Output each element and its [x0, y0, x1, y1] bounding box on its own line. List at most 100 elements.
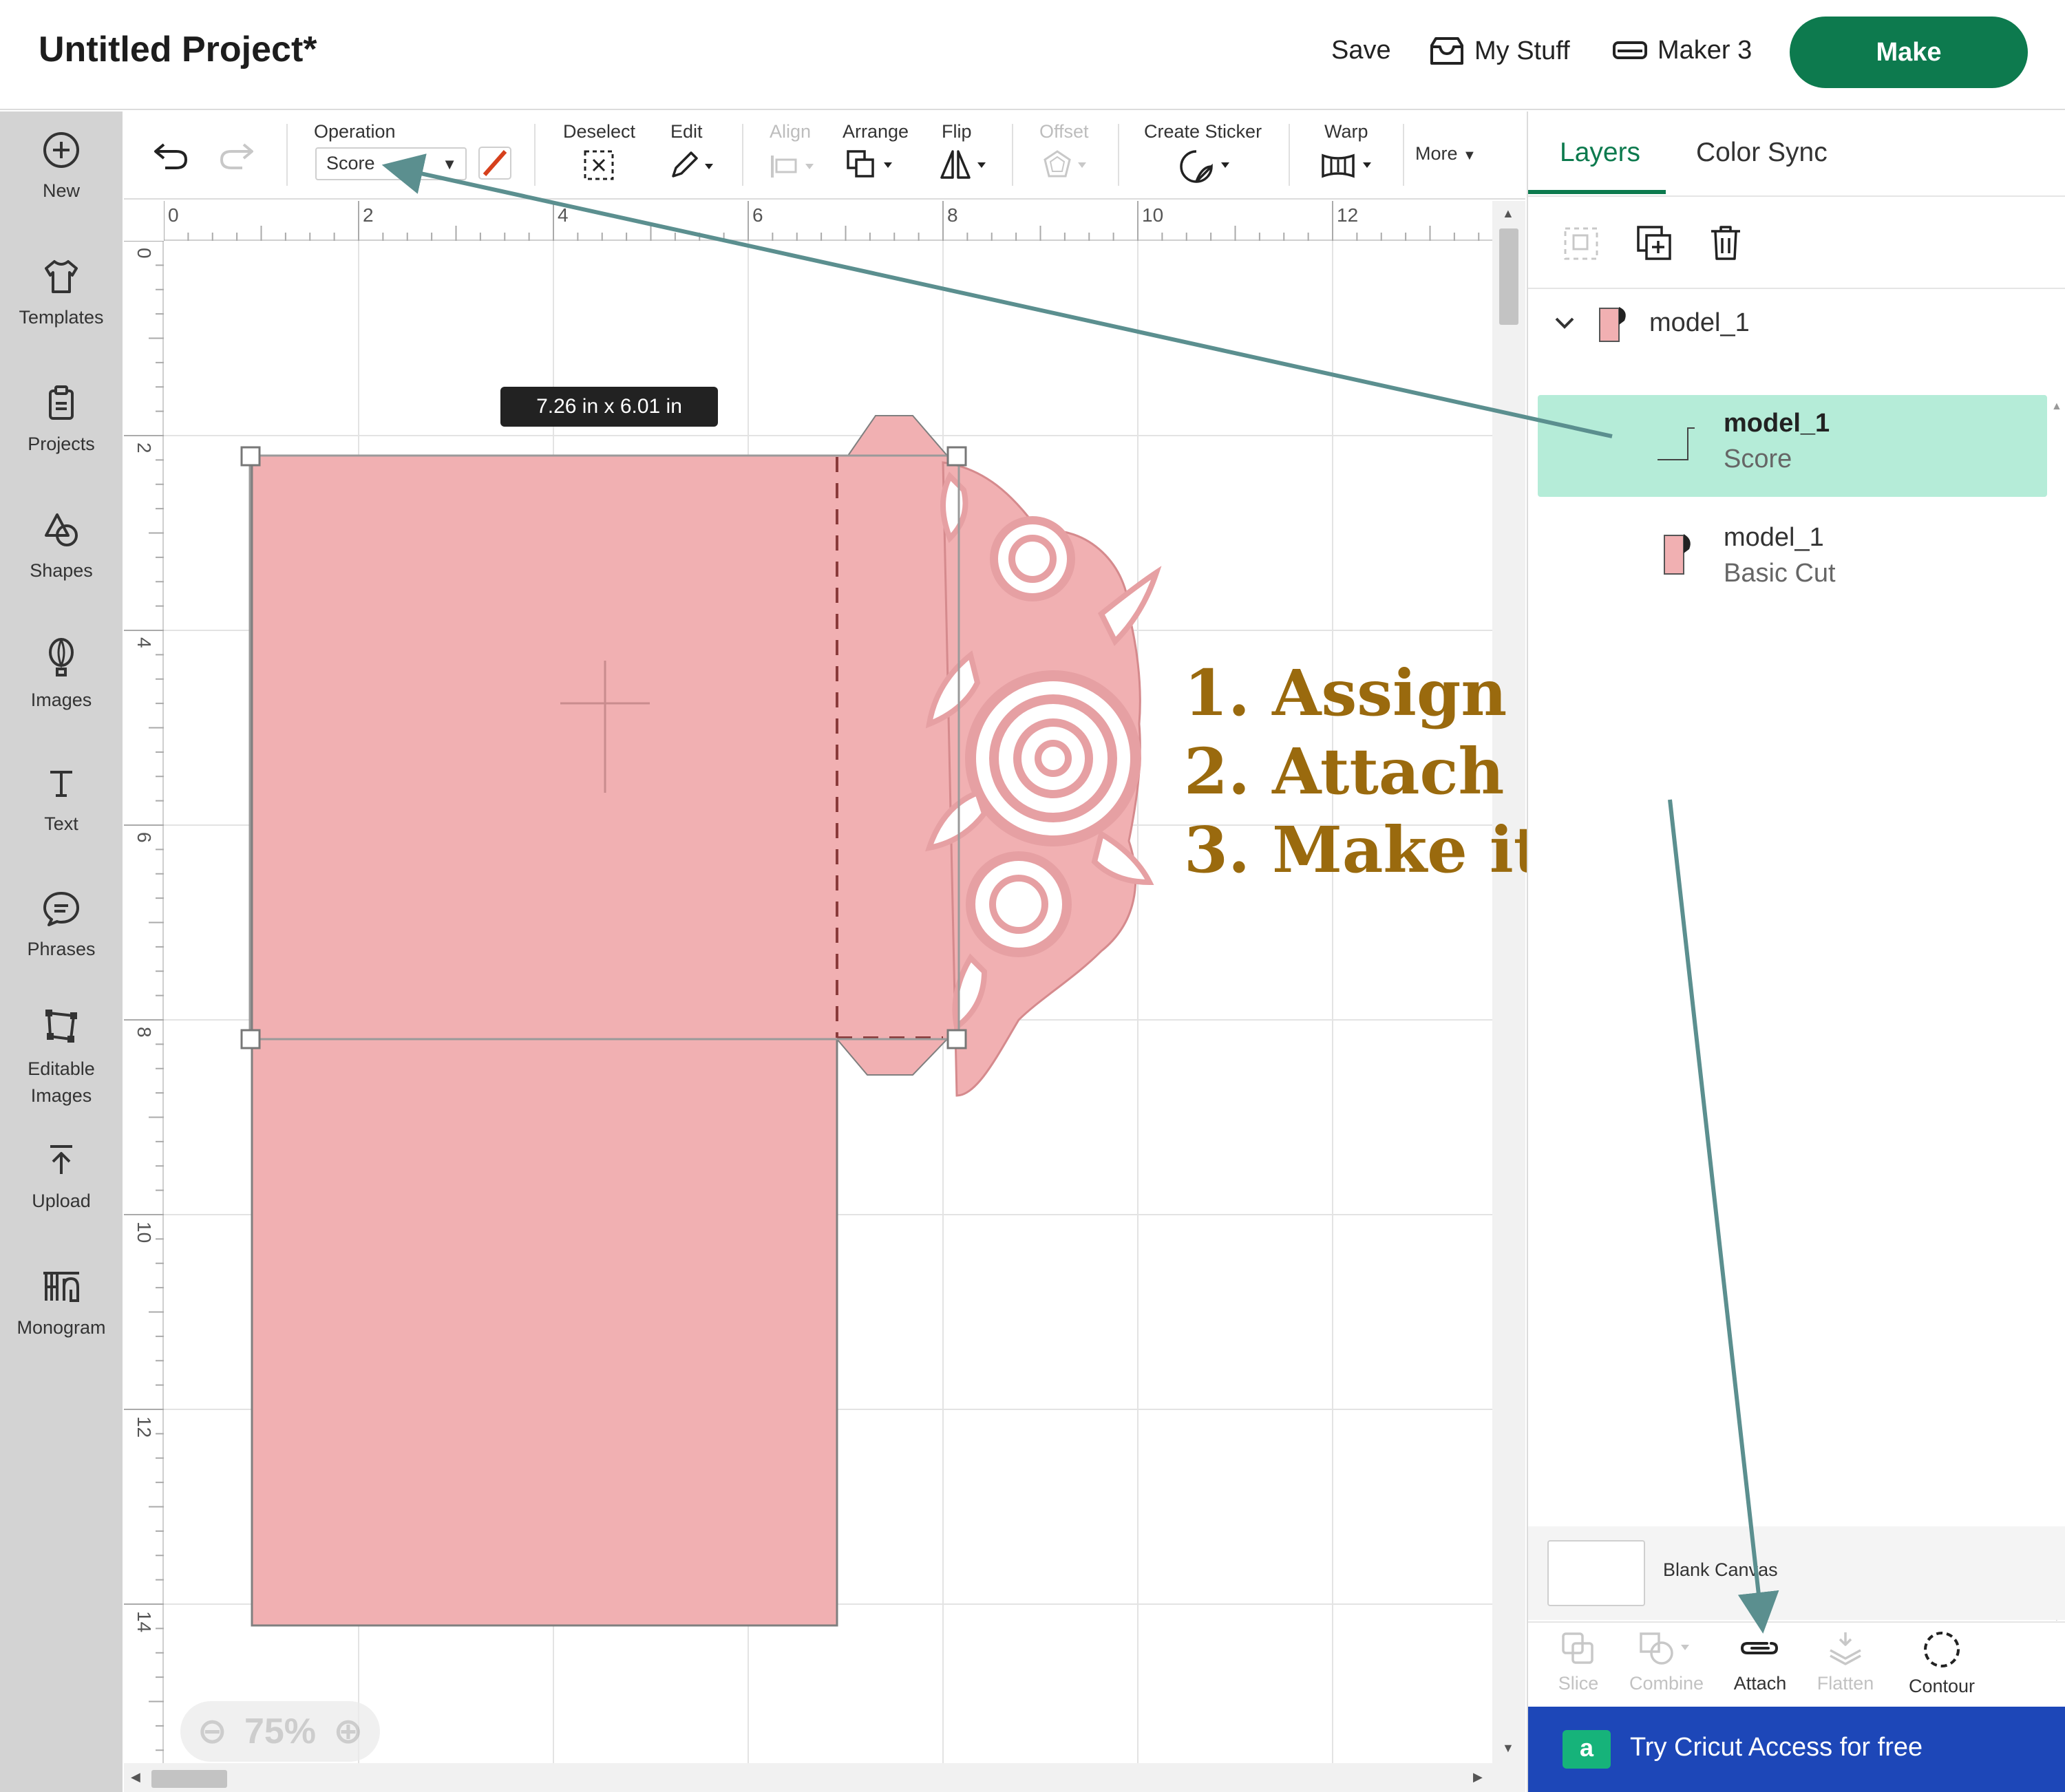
- nav-label: Editable Images: [28, 1058, 95, 1107]
- blank-canvas-swatch[interactable]: [1547, 1540, 1645, 1606]
- flatten-button[interactable]: Flatten: [1801, 1630, 1890, 1694]
- top-header: Untitled Project* Save My Stuff Maker 3 …: [0, 0, 2065, 110]
- nav-label: Upload: [32, 1191, 91, 1211]
- pencil-icon[interactable]: [668, 149, 716, 182]
- redo-icon[interactable]: [218, 140, 256, 172]
- more-menu[interactable]: More ▼: [1415, 143, 1476, 164]
- active-tab-indicator: [1528, 190, 1666, 194]
- card-lower-panel: [251, 1038, 838, 1627]
- blank-canvas-row[interactable]: Blank Canvas: [1528, 1526, 2065, 1620]
- canvas-drawing[interactable]: [124, 201, 1525, 1792]
- project-title[interactable]: Untitled Project*: [39, 29, 317, 70]
- edit-label: Edit: [670, 121, 703, 142]
- ruler-horizontal: 0 2 4 6 8 10 12: [163, 201, 1504, 241]
- undo-icon[interactable]: [151, 140, 190, 172]
- edit-toolbar: Operation Score ▼ Deselect Edit Align Ar…: [124, 111, 1525, 200]
- card-shape-basic-cut[interactable]: [251, 415, 958, 1627]
- ruler-left-label: 0: [134, 248, 155, 259]
- machine-label: Maker 3: [1658, 36, 1752, 65]
- scroll-down-arrow[interactable]: ▼: [1502, 1741, 1514, 1756]
- inbox-icon: [1430, 37, 1463, 65]
- cutting-machine-icon: [1613, 41, 1647, 59]
- left-sidebar: New Templates Projects Shapes Images Tex…: [0, 111, 123, 1792]
- slice-label: Slice: [1558, 1673, 1599, 1694]
- nav-shapes[interactable]: Shapes: [0, 511, 123, 584]
- nav-templates[interactable]: Templates: [0, 257, 123, 331]
- layer-row-basic-cut[interactable]: model_1 Basic Cut: [1538, 509, 2047, 611]
- zoom-level: 75%: [244, 1711, 317, 1751]
- nav-upload[interactable]: Upload: [0, 1141, 123, 1215]
- arrange-label: Arrange: [843, 121, 909, 142]
- machine-selector[interactable]: Maker 3: [1612, 36, 1752, 65]
- ruler-left-label: 14: [134, 1611, 155, 1632]
- ruler-top-label: 10: [1142, 204, 1163, 226]
- cricut-access-banner[interactable]: a Try Cricut Access for free: [1528, 1707, 2065, 1792]
- scroll-left-arrow[interactable]: ◀: [131, 1770, 140, 1784]
- align-icon: [771, 156, 814, 178]
- nav-text[interactable]: Text: [0, 764, 123, 838]
- text-icon: [50, 771, 72, 797]
- ruler-left-label: 2: [134, 442, 155, 454]
- offset-icon: [1044, 150, 1086, 178]
- layer-name: model_1: [1724, 523, 1824, 552]
- nav-label: Images: [30, 690, 92, 710]
- contour-icon: [1924, 1632, 1960, 1667]
- horizontal-scrollbar[interactable]: ◀ ▶: [124, 1763, 1525, 1792]
- layer-name: model_1: [1724, 409, 1830, 438]
- layers-scrollbar[interactable]: ▲ ▼: [2048, 290, 2065, 1639]
- zoom-in-icon[interactable]: ⊕: [333, 1711, 363, 1752]
- zoom-out-icon[interactable]: ⊖: [197, 1711, 227, 1752]
- ruler-top-label: 0: [168, 204, 179, 226]
- nav-monogram[interactable]: Monogram: [0, 1268, 123, 1341]
- nav-label: New: [42, 180, 80, 201]
- plus-circle-icon: [43, 132, 79, 168]
- save-button[interactable]: Save: [1331, 36, 1391, 65]
- deselect-icon[interactable]: [582, 149, 615, 182]
- layer-row-score[interactable]: model_1 Score: [1538, 395, 2047, 497]
- slice-icon: [1562, 1632, 1593, 1664]
- sticker-icon[interactable]: [1178, 149, 1235, 183]
- tab-layers[interactable]: Layers: [1560, 138, 1640, 168]
- editable-images-icon: [45, 1010, 77, 1043]
- nav-images[interactable]: Images: [0, 637, 123, 714]
- nav-editable-images[interactable]: Editable Images: [0, 1006, 123, 1109]
- vertical-scrollbar[interactable]: ▲ ▼: [1492, 201, 1525, 1763]
- combine-button[interactable]: Combine: [1622, 1630, 1711, 1694]
- ruler-top-label: 4: [558, 204, 569, 226]
- dimension-tooltip: 7.26 in x 6.01 in: [500, 387, 718, 427]
- duplicate-icon[interactable]: [1635, 224, 1673, 262]
- make-button[interactable]: Make: [1790, 17, 2028, 88]
- blank-canvas-label: Blank Canvas: [1663, 1559, 1778, 1580]
- nav-phrases[interactable]: Phrases: [0, 889, 123, 963]
- operation-select[interactable]: Score ▼: [315, 147, 467, 180]
- nav-projects[interactable]: Projects: [0, 384, 123, 458]
- attach-button[interactable]: Attach: [1715, 1630, 1805, 1694]
- horizontal-scroll-thumb[interactable]: [151, 1770, 227, 1788]
- chevron-down-icon[interactable]: [1554, 317, 1575, 330]
- vertical-scroll-thumb[interactable]: [1499, 228, 1518, 325]
- nav-new[interactable]: New: [0, 131, 123, 204]
- scroll-up-arrow[interactable]: ▲: [1502, 206, 1514, 221]
- ruler-left-label: 8: [134, 1027, 155, 1038]
- scroll-right-arrow[interactable]: ▶: [1473, 1770, 1483, 1784]
- score-line-color-swatch[interactable]: [478, 146, 512, 180]
- design-canvas[interactable]: 0 2 4 6 8 10 12 0 2 4 6 8 10 12 14 7.26 in x 6.01 in …: [124, 201, 1525, 1792]
- arrange-icon[interactable]: [845, 149, 898, 182]
- deselect-label: Deselect: [563, 121, 636, 142]
- trash-icon[interactable]: [1708, 224, 1743, 262]
- combine-icon: [1640, 1632, 1689, 1665]
- layer-group-row[interactable]: model_1: [1538, 301, 2047, 384]
- attach-label: Attach: [1733, 1673, 1787, 1694]
- nav-label: Templates: [19, 307, 104, 328]
- resize-handle-bottom-left: [240, 1029, 261, 1049]
- tab-color-sync[interactable]: Color Sync: [1696, 138, 1828, 168]
- layer-operation: Basic Cut: [1724, 559, 1836, 588]
- cricut-access-label: Try Cricut Access for free: [1630, 1733, 1923, 1762]
- slice-button[interactable]: Slice: [1534, 1630, 1623, 1694]
- warp-icon[interactable]: [1320, 151, 1377, 180]
- rose-lace-decoration[interactable]: [925, 461, 1162, 1097]
- flatten-icon: [1830, 1632, 1861, 1665]
- contour-button[interactable]: Contour: [1897, 1630, 1987, 1697]
- flip-icon[interactable]: [939, 149, 991, 182]
- my-stuff-button[interactable]: My Stuff: [1429, 36, 1570, 66]
